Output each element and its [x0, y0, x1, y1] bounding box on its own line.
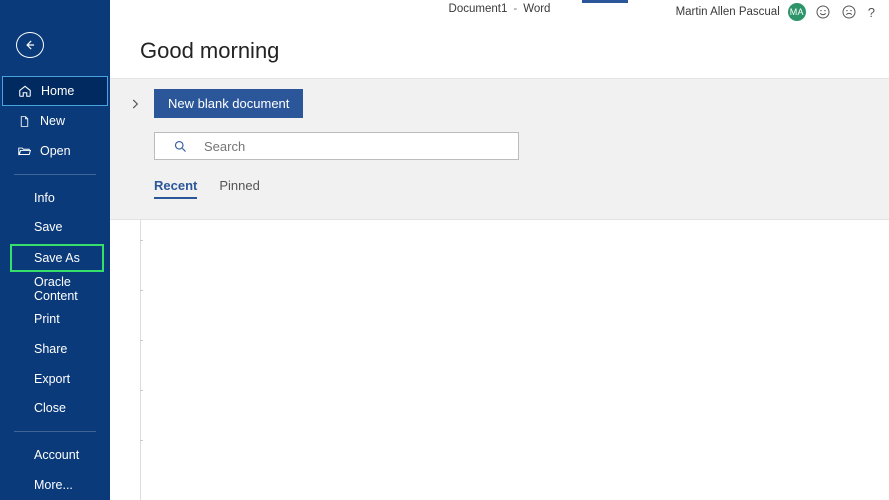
window-title: Document1 - Word: [449, 3, 551, 15]
document-icon: [16, 113, 32, 129]
sidebar-item-label: Print: [34, 312, 60, 326]
sidebar-item-save[interactable]: Save: [0, 212, 110, 242]
page-title: Good morning: [140, 38, 889, 64]
sidebar-item-label: Info: [34, 191, 55, 205]
sidebar-item-oracle-content[interactable]: Oracle Content: [0, 274, 110, 304]
sidebar-item-open[interactable]: Open: [0, 136, 110, 166]
sidebar-item-label: Export: [34, 372, 70, 386]
document-name: Document1: [449, 3, 508, 15]
sidebar-item-account[interactable]: Account: [0, 440, 110, 470]
sidebar-item-save-as[interactable]: Save As: [10, 244, 104, 272]
sidebar-item-home[interactable]: Home: [2, 76, 108, 106]
greeting-row: Good morning: [110, 24, 889, 78]
home-icon: [17, 83, 33, 99]
sidebar-item-label: Home: [41, 84, 74, 98]
sidebar-item-label: Share: [34, 342, 67, 356]
app-name: Word: [523, 3, 550, 15]
user-name: Martin Allen Pascual: [676, 6, 780, 18]
frown-feedback-icon[interactable]: [840, 3, 858, 21]
backstage-sidebar: Home New Open Info Save Save As Oracle C…: [0, 0, 110, 500]
home-section: New blank document Recent Pinned: [110, 78, 889, 220]
sidebar-item-new[interactable]: New: [0, 106, 110, 136]
user-area: Martin Allen Pascual MA ?: [676, 3, 877, 21]
sidebar-item-print[interactable]: Print: [0, 304, 110, 334]
new-blank-document-button[interactable]: New blank document: [154, 89, 303, 118]
title-bar: Document1 - Word Martin Allen Pascual MA…: [110, 0, 889, 24]
sidebar-item-label: Oracle Content: [34, 275, 110, 303]
sidebar-separator: [14, 174, 96, 175]
sidebar-item-label: Save: [34, 220, 63, 234]
sidebar-item-close[interactable]: Close: [0, 394, 110, 424]
avatar[interactable]: MA: [788, 3, 806, 21]
sidebar-separator: [14, 431, 96, 432]
recent-tabs: Recent Pinned: [154, 178, 873, 199]
main-panel: Document1 - Word Martin Allen Pascual MA…: [110, 0, 889, 500]
tab-recent[interactable]: Recent: [154, 178, 197, 199]
templates-row: New blank document: [126, 89, 873, 118]
chevron-right-icon[interactable]: [126, 95, 144, 113]
sidebar-item-label: More...: [34, 478, 73, 492]
search-box[interactable]: [154, 132, 519, 160]
app-root: Home New Open Info Save Save As Oracle C…: [0, 0, 889, 500]
sidebar-item-label: Account: [34, 448, 79, 462]
tab-pinned[interactable]: Pinned: [219, 178, 259, 199]
sidebar-item-share[interactable]: Share: [0, 334, 110, 364]
tab-accent: [582, 0, 628, 3]
title-separator: -: [513, 3, 517, 15]
sidebar-item-label: Save As: [34, 251, 80, 265]
sidebar-item-export[interactable]: Export: [0, 364, 110, 394]
folder-open-icon: [16, 143, 32, 159]
back-button[interactable]: [16, 32, 44, 58]
sidebar-item-more[interactable]: More...: [0, 470, 110, 500]
recent-documents-list: [140, 220, 889, 500]
sidebar-item-label: New: [40, 114, 65, 128]
smile-feedback-icon[interactable]: [814, 3, 832, 21]
search-icon: [173, 139, 188, 154]
sidebar-item-label: Open: [40, 144, 71, 158]
sidebar-item-info[interactable]: Info: [0, 183, 110, 213]
search-input[interactable]: [204, 139, 508, 154]
help-button[interactable]: ?: [866, 5, 877, 20]
back-arrow-icon: [23, 38, 37, 52]
sidebar-item-label: Close: [34, 401, 66, 415]
